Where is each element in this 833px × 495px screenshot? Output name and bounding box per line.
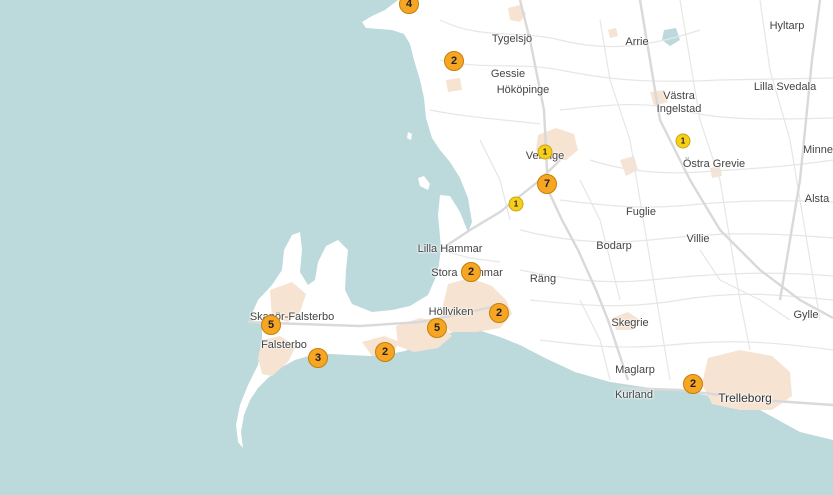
cluster-marker[interactable]: 2 xyxy=(461,262,481,282)
place-label-hollviken: Höllviken xyxy=(428,306,474,318)
place-label-vastra-ingelstad: Västra Ingelstad xyxy=(656,90,702,115)
place-label-arrie: Arrie xyxy=(625,36,649,48)
cluster-marker[interactable]: 2 xyxy=(683,374,703,394)
place-label-ostra-grevie: Östra Grevie xyxy=(682,158,746,170)
cluster-marker[interactable]: 2 xyxy=(375,342,395,362)
place-label-gylle: Gylle xyxy=(793,309,819,321)
cluster-marker[interactable]: 5 xyxy=(261,315,281,335)
map-base-layer xyxy=(0,0,833,495)
place-label-villie: Villie xyxy=(686,233,710,245)
cluster-marker[interactable]: 1 xyxy=(537,144,553,160)
place-label-lilla-hammar: Lilla Hammar xyxy=(417,243,483,255)
place-label-lilla-svedala: Lilla Svedala xyxy=(753,81,817,93)
place-label-minne: Minne xyxy=(803,144,833,156)
place-label-bodarp: Bodarp xyxy=(596,240,632,252)
place-label-gessie: Gessie xyxy=(490,68,526,80)
place-label-fuglie: Fuglie xyxy=(626,206,656,218)
place-label-alsta: Alsta xyxy=(804,193,830,205)
place-label-hyltarp: Hyltarp xyxy=(769,20,805,32)
place-label-tygelsjo: Tygelsjö xyxy=(491,33,533,45)
place-label-rang: Räng xyxy=(529,273,557,285)
cluster-marker[interactable]: 1 xyxy=(675,133,691,149)
place-label-trelleborg: Trelleborg xyxy=(718,391,772,405)
cluster-marker[interactable]: 1 xyxy=(508,196,524,212)
place-label-kurland: Kurland xyxy=(615,389,653,401)
map-canvas[interactable]: Tygelsjö Arrie Hyltarp Gessie Hököpinge … xyxy=(0,0,833,495)
cluster-marker[interactable]: 2 xyxy=(489,303,509,323)
place-label-maglarp: Maglarp xyxy=(615,364,655,376)
cluster-marker[interactable]: 7 xyxy=(537,174,557,194)
place-label-falsterbo: Falsterbo xyxy=(261,339,307,351)
place-label-hokopinge: Hököpinge xyxy=(496,84,550,96)
cluster-marker[interactable]: 2 xyxy=(444,51,464,71)
cluster-marker[interactable]: 5 xyxy=(427,318,447,338)
cluster-marker[interactable]: 3 xyxy=(308,348,328,368)
place-label-skegrie: Skegrie xyxy=(611,317,649,329)
